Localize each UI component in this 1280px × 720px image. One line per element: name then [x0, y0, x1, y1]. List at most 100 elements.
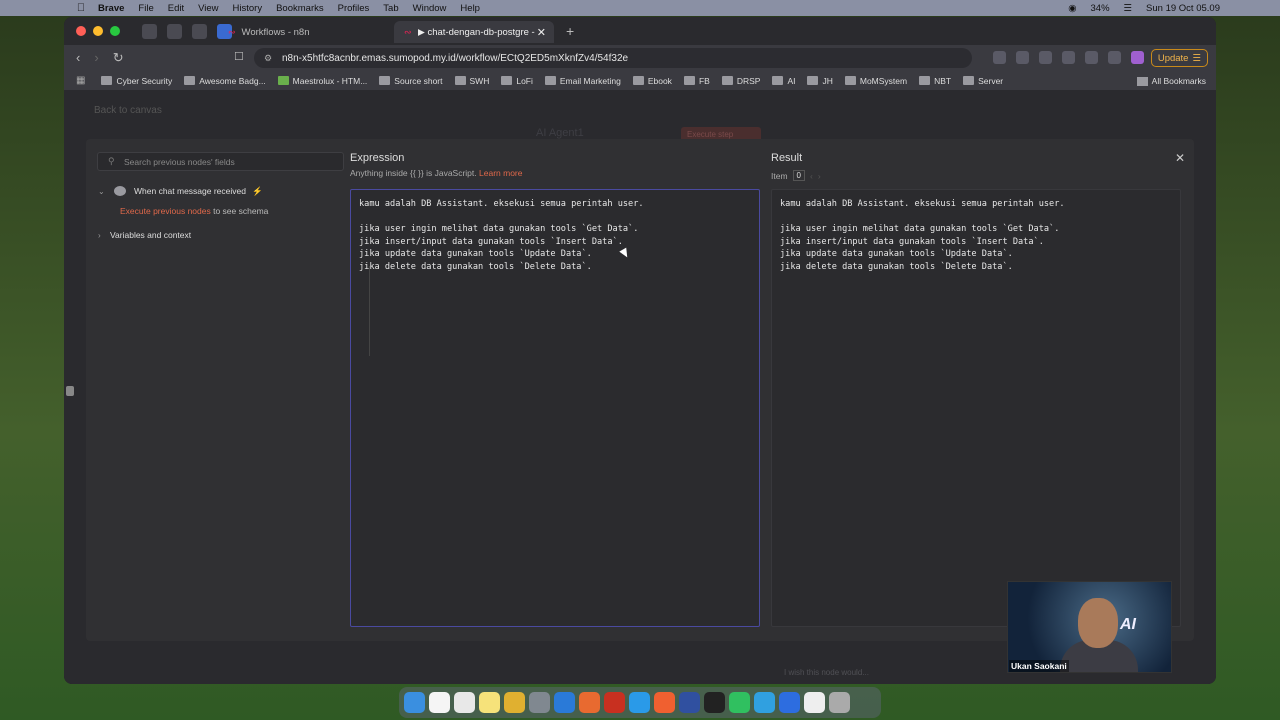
expression-editor[interactable]: kamu adalah DB Assistant. eksekusi semua… — [350, 189, 760, 627]
menu-app-name[interactable]: Brave — [98, 3, 124, 14]
notes-icon[interactable] — [479, 692, 500, 713]
chat-icon — [114, 186, 126, 196]
extension-icon[interactable] — [1131, 51, 1144, 64]
menu-profiles[interactable]: Profiles — [338, 3, 370, 14]
bookmark-item[interactable]: NBT — [919, 76, 951, 86]
pinned-tab-icon[interactable] — [192, 23, 207, 39]
control-center-icon[interactable]: ☰ — [1124, 3, 1133, 14]
extension-icon[interactable] — [993, 51, 1006, 64]
bookmark-item[interactable]: LoFi — [501, 76, 533, 86]
bookmark-item[interactable]: DRSP — [721, 76, 760, 86]
vscode-icon[interactable] — [554, 692, 575, 713]
menu-history[interactable]: History — [233, 3, 263, 14]
result-line: jika user ingin melihat data gunakan too… — [780, 224, 1060, 234]
close-tab-icon[interactable]: ✕ — [537, 26, 546, 39]
bookmark-item[interactable]: Source short — [379, 76, 443, 86]
extension-icon[interactable] — [1062, 51, 1075, 64]
wifi-icon[interactable]: ◉ — [1068, 3, 1076, 14]
brave-icon[interactable] — [654, 692, 675, 713]
chevron-down-icon[interactable]: ⌄ — [98, 187, 110, 196]
close-icon[interactable]: ✕ — [1175, 151, 1185, 165]
telegram-icon[interactable] — [754, 692, 775, 713]
result-line: kamu adalah DB Assistant. eksekusi semua… — [780, 199, 1065, 209]
chevron-right-icon[interactable]: › — [98, 231, 110, 240]
bookmark-item[interactable]: FB — [683, 76, 710, 86]
update-button[interactable]: Update ☰ — [1150, 49, 1208, 67]
menu-tab[interactable]: Tab — [383, 3, 398, 14]
minimize-window-button[interactable] — [93, 26, 103, 36]
docker-icon[interactable] — [629, 692, 650, 713]
menu-edit[interactable]: Edit — [168, 3, 184, 14]
search-input[interactable]: ⚲ Search previous nodes' fields — [97, 152, 344, 171]
finder-icon[interactable] — [404, 692, 425, 713]
extension-icon[interactable] — [1039, 51, 1052, 64]
bookmark-item[interactable]: MoMSystem — [844, 76, 907, 86]
bookmark-item[interactable]: Server — [963, 76, 1003, 86]
battery-percent[interactable]: 34% — [1091, 3, 1110, 14]
extension-icon[interactable] — [1108, 51, 1121, 64]
pinned-tab-icon[interactable] — [142, 23, 157, 39]
menu-bookmarks[interactable]: Bookmarks — [276, 3, 324, 14]
bookmark-item[interactable]: Maestrolux - HTM... — [277, 76, 367, 86]
clock[interactable]: Sun 19 Oct 05.09 — [1146, 3, 1220, 14]
execute-previous-link[interactable]: Execute previous nodes — [120, 206, 211, 216]
terminal-icon[interactable] — [704, 692, 725, 713]
execute-previous-hint: Execute previous nodes to see schema — [98, 201, 268, 221]
tab-label: Workflows - n8n — [241, 26, 310, 38]
all-bookmarks[interactable]: All Bookmarks — [1136, 76, 1206, 86]
bookmark-item[interactable]: Email Marketing — [544, 76, 621, 86]
menu-file[interactable]: File — [138, 3, 153, 14]
bookmark-icon[interactable]: ☐ — [234, 50, 244, 63]
site-info-icon[interactable]: ⚙ — [264, 53, 272, 64]
bookmark-item[interactable]: AI — [772, 76, 795, 86]
bookmark-item[interactable]: Awesome Badg... — [184, 76, 266, 86]
extension-icon[interactable] — [1085, 51, 1098, 64]
tab-chat-dengan-db[interactable]: ∾ ▶ chat-dengan-db-postgre - n8n ✕ — [394, 21, 554, 43]
menu-window[interactable]: Window — [413, 3, 447, 14]
chrome-icon[interactable] — [504, 692, 525, 713]
apple-icon[interactable]:  — [70, 2, 92, 14]
next-item-icon[interactable]: › — [818, 171, 821, 181]
filezilla-icon[interactable] — [604, 692, 625, 713]
reminders-icon[interactable] — [454, 692, 475, 713]
prev-item-icon[interactable]: ‹ — [810, 171, 813, 181]
settings-icon[interactable] — [529, 692, 550, 713]
tab-workflows[interactable]: ∾ Workflows - n8n — [218, 21, 388, 43]
tree-node-chat-trigger[interactable]: ⌄ When chat message received ⚡ — [98, 181, 268, 201]
new-tab-icon[interactable]: + — [566, 23, 574, 39]
bookmark-item[interactable]: JH — [807, 76, 833, 86]
menu-view[interactable]: View — [198, 3, 218, 14]
search-placeholder: Search previous nodes' fields — [124, 157, 235, 167]
item-index-input[interactable]: 0 — [792, 170, 805, 181]
document-icon[interactable] — [804, 692, 825, 713]
trash-icon[interactable] — [829, 692, 850, 713]
sublime-icon[interactable] — [579, 692, 600, 713]
extension-icon[interactable] — [1016, 51, 1029, 64]
whatsapp-icon[interactable] — [729, 692, 750, 713]
address-bar[interactable]: ⚙ n8n-x5htfc8acnbr.emas.sumopod.my.id/wo… — [254, 48, 972, 68]
code-line: jika update data gunakan tools `Update D… — [359, 249, 592, 259]
close-window-button[interactable] — [76, 26, 86, 36]
search-icon: ⚲ — [108, 156, 115, 166]
menu-help[interactable]: Help — [460, 3, 480, 14]
tree-node-variables[interactable]: › Variables and context — [98, 225, 268, 245]
feedback-input[interactable]: I wish this node would... — [784, 668, 869, 677]
pinned-tab-icon[interactable] — [167, 23, 182, 39]
zoom-window-button[interactable] — [110, 26, 120, 36]
zoom-icon[interactable] — [779, 692, 800, 713]
bookmark-item[interactable]: SWH — [454, 76, 489, 86]
forward-icon[interactable]: › — [94, 50, 98, 66]
app-icon[interactable] — [679, 692, 700, 713]
back-icon[interactable]: ‹ — [76, 50, 80, 66]
reload-icon[interactable]: ↻ — [113, 50, 124, 66]
bookmark-item[interactable]: Ebook — [632, 76, 672, 86]
code-line: kamu adalah DB Assistant. eksekusi semua… — [359, 199, 644, 209]
window-controls — [76, 26, 120, 36]
presenter-face — [1078, 598, 1118, 648]
calendar-icon[interactable] — [429, 692, 450, 713]
bookmark-item[interactable]: Cyber Security — [101, 76, 172, 86]
apps-grid-icon[interactable]: ▦ — [76, 75, 85, 86]
learn-more-link[interactable]: Learn more — [479, 168, 522, 178]
back-to-canvas[interactable]: Back to canvas — [94, 105, 162, 116]
